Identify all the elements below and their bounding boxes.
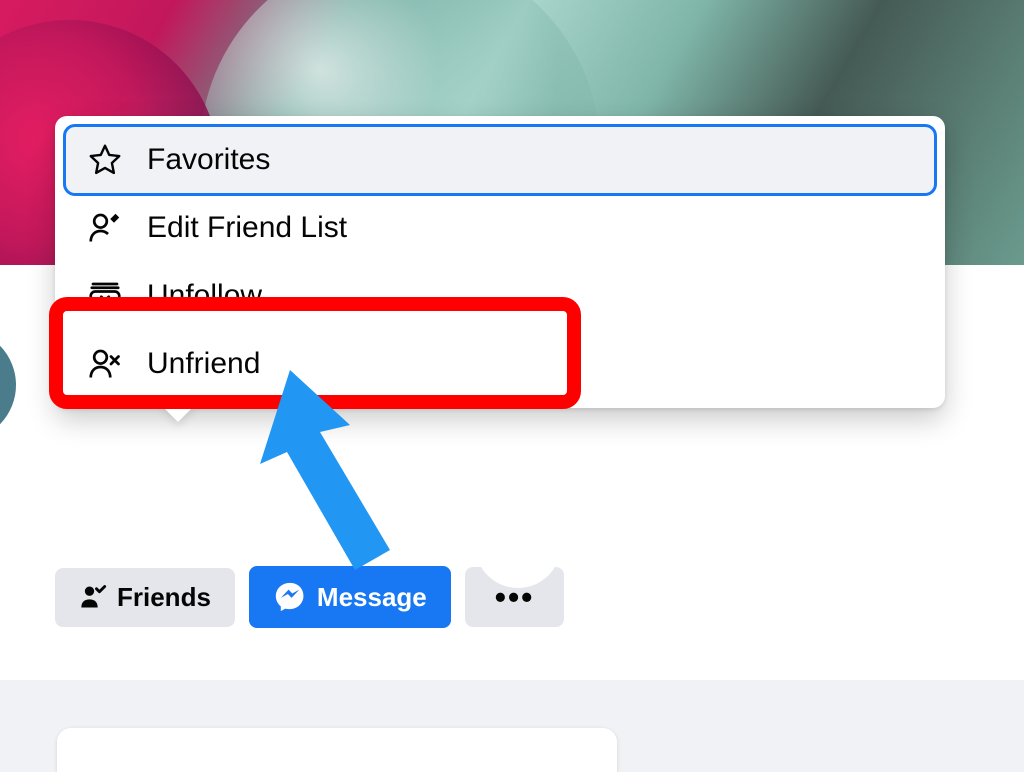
dropdown-item-unfriend[interactable]: Unfriend: [65, 330, 935, 398]
friends-button[interactable]: Friends: [55, 568, 235, 627]
message-button-label: Message: [317, 582, 427, 613]
dropdown-item-label: Edit Friend List: [147, 211, 347, 245]
archive-x-icon: [87, 278, 123, 314]
friends-button-label: Friends: [117, 582, 211, 613]
dropdown-item-favorites[interactable]: Favorites: [65, 126, 935, 194]
dropdown-item-label: Unfollow: [147, 279, 262, 313]
person-edit-icon: [87, 210, 123, 246]
friends-dropdown-menu: Favorites Edit Friend List Unfollow: [55, 116, 945, 408]
star-icon: [87, 142, 123, 178]
friends-icon: [79, 583, 107, 611]
dropdown-tail: [160, 404, 196, 422]
content-card-top: [57, 728, 617, 772]
message-button[interactable]: Message: [249, 566, 451, 628]
dropdown-item-label: Unfriend: [147, 347, 260, 381]
messenger-icon: [273, 580, 307, 614]
person-remove-icon: [87, 346, 123, 382]
dropdown-item-label: Favorites: [147, 143, 270, 177]
dropdown-item-edit-friend-list[interactable]: Edit Friend List: [65, 194, 935, 262]
dropdown-item-unfollow[interactable]: Unfollow: [65, 262, 935, 330]
avatar-story-badge: [475, 502, 561, 588]
